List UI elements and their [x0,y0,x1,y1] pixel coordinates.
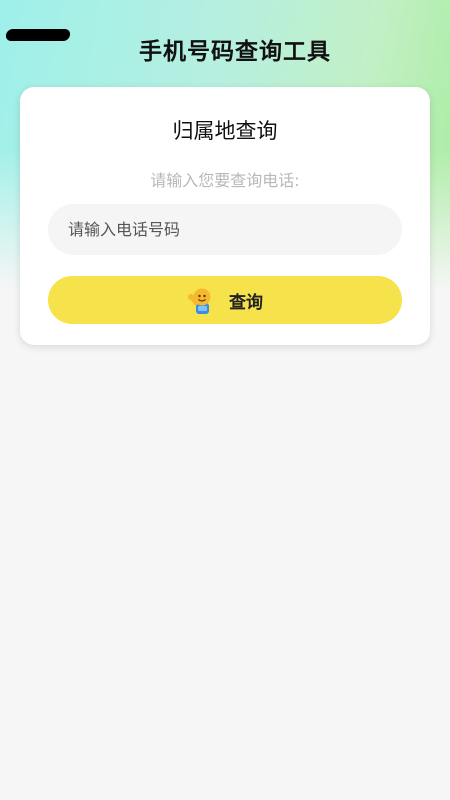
emoji-person-icon [187,285,217,315]
page-title: 手机号码查询工具 [139,39,331,65]
card-title: 归属地查询 [172,119,278,143]
query-button[interactable]: 查询 [48,276,402,324]
card-subtitle: 请输入您要查询电话: [150,171,300,190]
query-button-label: 查询 [229,292,263,313]
phone-number-input[interactable] [48,204,402,255]
lookup-card: 归属地查询 请输入您要查询电话: 查询 [20,87,430,345]
app-screen: 手机号码查询工具 归属地查询 请输入您要查询电话: 查询 [0,0,450,800]
